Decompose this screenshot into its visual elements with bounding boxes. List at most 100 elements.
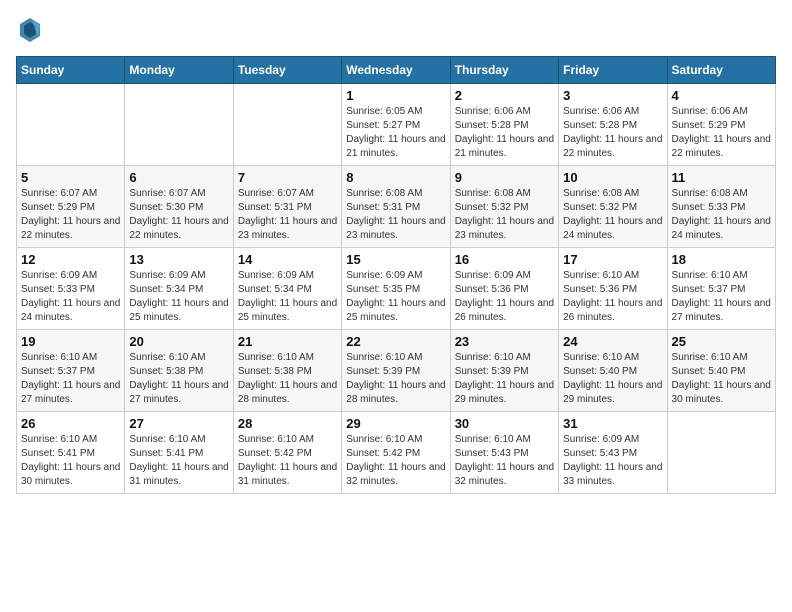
day-number: 29	[346, 416, 445, 431]
day-number: 26	[21, 416, 120, 431]
calendar-day-cell: 15 Sunrise: 6:09 AM Sunset: 5:35 PM Dayli…	[342, 248, 450, 330]
day-number: 30	[455, 416, 554, 431]
calendar-day-cell: 7 Sunrise: 6:07 AM Sunset: 5:31 PM Daylig…	[233, 166, 341, 248]
day-info: Sunrise: 6:10 AM Sunset: 5:41 PM Dayligh…	[21, 433, 120, 489]
calendar-day-cell: 4 Sunrise: 6:06 AM Sunset: 5:29 PM Daylig…	[667, 84, 775, 166]
day-number: 5	[21, 170, 120, 185]
calendar-day-cell: 20 Sunrise: 6:10 AM Sunset: 5:38 PM Dayli…	[125, 330, 233, 412]
day-number: 7	[238, 170, 337, 185]
calendar-day-cell	[17, 84, 125, 166]
day-info: Sunrise: 6:10 AM Sunset: 5:37 PM Dayligh…	[672, 269, 771, 325]
day-info: Sunrise: 6:09 AM Sunset: 5:35 PM Dayligh…	[346, 269, 445, 325]
day-number: 6	[129, 170, 228, 185]
calendar-day-cell: 24 Sunrise: 6:10 AM Sunset: 5:40 PM Dayli…	[559, 330, 667, 412]
day-info: Sunrise: 6:10 AM Sunset: 5:42 PM Dayligh…	[238, 433, 337, 489]
calendar-week-row: 5 Sunrise: 6:07 AM Sunset: 5:29 PM Daylig…	[17, 166, 776, 248]
calendar-day-cell: 23Sunrise: 6:10 AM Sunset: 5:39 PM Dayli…	[450, 330, 558, 412]
day-info: Sunrise: 6:06 AM Sunset: 5:28 PM Dayligh…	[563, 105, 662, 161]
calendar-day-cell: 14 Sunrise: 6:09 AM Sunset: 5:34 PM Dayli…	[233, 248, 341, 330]
calendar-day-cell: 2 Sunrise: 6:06 AM Sunset: 5:28 PM Daylig…	[450, 84, 558, 166]
calendar-day-cell: 21Sunrise: 6:10 AM Sunset: 5:38 PM Dayli…	[233, 330, 341, 412]
calendar-day-cell: 8Sunrise: 6:08 AM Sunset: 5:31 PM Daylig…	[342, 166, 450, 248]
calendar-day-cell: 25Sunrise: 6:10 AM Sunset: 5:40 PM Dayli…	[667, 330, 775, 412]
calendar-day-cell	[125, 84, 233, 166]
day-info: Sunrise: 6:10 AM Sunset: 5:43 PM Dayligh…	[455, 433, 554, 489]
logo-icon	[18, 16, 42, 44]
calendar-table: SundayMondayTuesdayWednesdayThursdayFrid…	[16, 56, 776, 494]
day-number: 3	[563, 88, 662, 103]
weekday-header: Sunday	[17, 57, 125, 84]
day-info: Sunrise: 6:10 AM Sunset: 5:36 PM Dayligh…	[563, 269, 662, 325]
day-number: 21	[238, 334, 337, 349]
calendar-week-row: 12Sunrise: 6:09 AM Sunset: 5:33 PM Dayli…	[17, 248, 776, 330]
day-number: 17	[563, 252, 662, 267]
day-number: 31	[563, 416, 662, 431]
day-number: 12	[21, 252, 120, 267]
day-number: 22	[346, 334, 445, 349]
calendar-day-cell: 1Sunrise: 6:05 AM Sunset: 5:27 PM Daylig…	[342, 84, 450, 166]
day-number: 27	[129, 416, 228, 431]
calendar-day-cell: 26 Sunrise: 6:10 AM Sunset: 5:41 PM Dayli…	[17, 412, 125, 494]
day-number: 13	[129, 252, 228, 267]
day-info: Sunrise: 6:10 AM Sunset: 5:40 PM Dayligh…	[563, 351, 662, 407]
calendar-day-cell	[233, 84, 341, 166]
calendar-day-cell: 6 Sunrise: 6:07 AM Sunset: 5:30 PM Daylig…	[125, 166, 233, 248]
day-number: 11	[672, 170, 771, 185]
weekday-header: Tuesday	[233, 57, 341, 84]
day-info: Sunrise: 6:07 AM Sunset: 5:30 PM Dayligh…	[129, 187, 228, 243]
calendar-week-row: 1Sunrise: 6:05 AM Sunset: 5:27 PM Daylig…	[17, 84, 776, 166]
day-info: Sunrise: 6:07 AM Sunset: 5:31 PM Dayligh…	[238, 187, 337, 243]
calendar-day-cell: 12Sunrise: 6:09 AM Sunset: 5:33 PM Dayli…	[17, 248, 125, 330]
weekday-header: Thursday	[450, 57, 558, 84]
day-info: Sunrise: 6:06 AM Sunset: 5:28 PM Dayligh…	[455, 105, 554, 161]
day-number: 24	[563, 334, 662, 349]
day-number: 10	[563, 170, 662, 185]
day-number: 18	[672, 252, 771, 267]
calendar-day-cell: 5 Sunrise: 6:07 AM Sunset: 5:29 PM Daylig…	[17, 166, 125, 248]
day-number: 25	[672, 334, 771, 349]
day-number: 9	[455, 170, 554, 185]
logo	[16, 16, 46, 44]
calendar-week-row: 26 Sunrise: 6:10 AM Sunset: 5:41 PM Dayli…	[17, 412, 776, 494]
day-number: 15	[346, 252, 445, 267]
calendar-day-cell: 3 Sunrise: 6:06 AM Sunset: 5:28 PM Daylig…	[559, 84, 667, 166]
calendar-day-cell: 19 Sunrise: 6:10 AM Sunset: 5:37 PM Dayli…	[17, 330, 125, 412]
day-info: Sunrise: 6:10 AM Sunset: 5:42 PM Dayligh…	[346, 433, 445, 489]
day-info: Sunrise: 6:10 AM Sunset: 5:38 PM Dayligh…	[129, 351, 228, 407]
calendar-day-cell: 31Sunrise: 6:09 AM Sunset: 5:43 PM Dayli…	[559, 412, 667, 494]
calendar-header-row: SundayMondayTuesdayWednesdayThursdayFrid…	[17, 57, 776, 84]
day-number: 2	[455, 88, 554, 103]
calendar-day-cell: 10 Sunrise: 6:08 AM Sunset: 5:32 PM Dayli…	[559, 166, 667, 248]
day-number: 1	[346, 88, 445, 103]
day-number: 20	[129, 334, 228, 349]
day-number: 4	[672, 88, 771, 103]
day-number: 8	[346, 170, 445, 185]
day-info: Sunrise: 6:09 AM Sunset: 5:34 PM Dayligh…	[238, 269, 337, 325]
calendar-day-cell: 16 Sunrise: 6:09 AM Sunset: 5:36 PM Dayli…	[450, 248, 558, 330]
weekday-header: Monday	[125, 57, 233, 84]
calendar-day-cell: 17 Sunrise: 6:10 AM Sunset: 5:36 PM Dayli…	[559, 248, 667, 330]
day-info: Sunrise: 6:10 AM Sunset: 5:39 PM Dayligh…	[346, 351, 445, 407]
calendar-week-row: 19 Sunrise: 6:10 AM Sunset: 5:37 PM Dayli…	[17, 330, 776, 412]
calendar-day-cell: 13 Sunrise: 6:09 AM Sunset: 5:34 PM Dayli…	[125, 248, 233, 330]
day-info: Sunrise: 6:09 AM Sunset: 5:34 PM Dayligh…	[129, 269, 228, 325]
day-number: 16	[455, 252, 554, 267]
calendar-day-cell	[667, 412, 775, 494]
day-number: 14	[238, 252, 337, 267]
day-info: Sunrise: 6:07 AM Sunset: 5:29 PM Dayligh…	[21, 187, 120, 243]
calendar-day-cell: 22 Sunrise: 6:10 AM Sunset: 5:39 PM Dayli…	[342, 330, 450, 412]
page-header	[16, 16, 776, 44]
day-number: 23	[455, 334, 554, 349]
day-info: Sunrise: 6:06 AM Sunset: 5:29 PM Dayligh…	[672, 105, 771, 161]
day-info: Sunrise: 6:10 AM Sunset: 5:41 PM Dayligh…	[129, 433, 228, 489]
weekday-header: Friday	[559, 57, 667, 84]
weekday-header: Saturday	[667, 57, 775, 84]
calendar-day-cell: 28Sunrise: 6:10 AM Sunset: 5:42 PM Dayli…	[233, 412, 341, 494]
calendar-day-cell: 30 Sunrise: 6:10 AM Sunset: 5:43 PM Dayli…	[450, 412, 558, 494]
day-info: Sunrise: 6:08 AM Sunset: 5:32 PM Dayligh…	[563, 187, 662, 243]
calendar-day-cell: 18 Sunrise: 6:10 AM Sunset: 5:37 PM Dayli…	[667, 248, 775, 330]
day-info: Sunrise: 6:09 AM Sunset: 5:36 PM Dayligh…	[455, 269, 554, 325]
calendar-day-cell: 29 Sunrise: 6:10 AM Sunset: 5:42 PM Dayli…	[342, 412, 450, 494]
day-number: 19	[21, 334, 120, 349]
day-info: Sunrise: 6:10 AM Sunset: 5:37 PM Dayligh…	[21, 351, 120, 407]
